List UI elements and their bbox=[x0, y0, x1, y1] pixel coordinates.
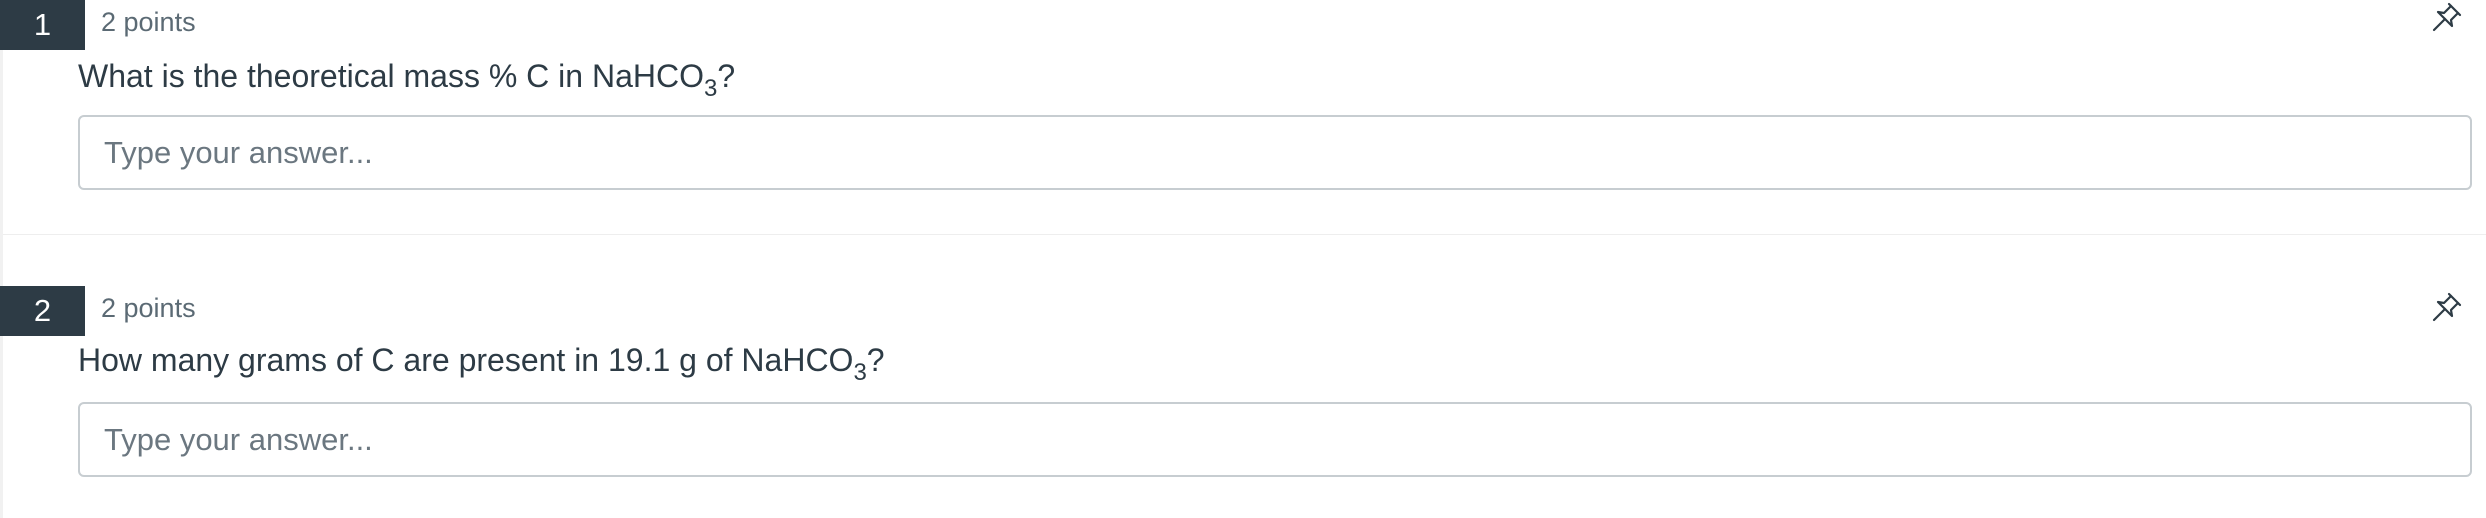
pin-icon[interactable] bbox=[2428, 0, 2464, 36]
question-1: 1 2 points What is the theoretical mass … bbox=[0, 0, 2486, 232]
question-number-badge: 2 bbox=[0, 286, 85, 336]
question-points: 2 points bbox=[101, 293, 196, 323]
chemical-subscript: 3 bbox=[703, 75, 718, 102]
pin-icon[interactable] bbox=[2428, 290, 2464, 326]
question-text-main: What is the theoretical mass % C in NaHC… bbox=[78, 58, 704, 94]
answer-input[interactable] bbox=[78, 115, 2472, 190]
question-text: What is the theoretical mass % C in NaHC… bbox=[78, 52, 736, 102]
question-mark: ? bbox=[866, 342, 885, 378]
question-mark: ? bbox=[717, 58, 736, 94]
question-points: 2 points bbox=[101, 7, 196, 37]
question-divider bbox=[3, 234, 2486, 235]
question-text: How many grams of C are present in 19.1 … bbox=[78, 336, 885, 386]
answer-input[interactable] bbox=[78, 402, 2472, 477]
quiz-page: 1 2 points What is the theoretical mass … bbox=[0, 0, 2486, 518]
question-text-main: How many grams of C are present in 19.1 … bbox=[78, 342, 854, 378]
question-2: 2 2 points How many grams of C are prese… bbox=[0, 286, 2486, 518]
chemical-subscript: 3 bbox=[853, 359, 867, 386]
question-number-badge: 1 bbox=[0, 0, 85, 50]
